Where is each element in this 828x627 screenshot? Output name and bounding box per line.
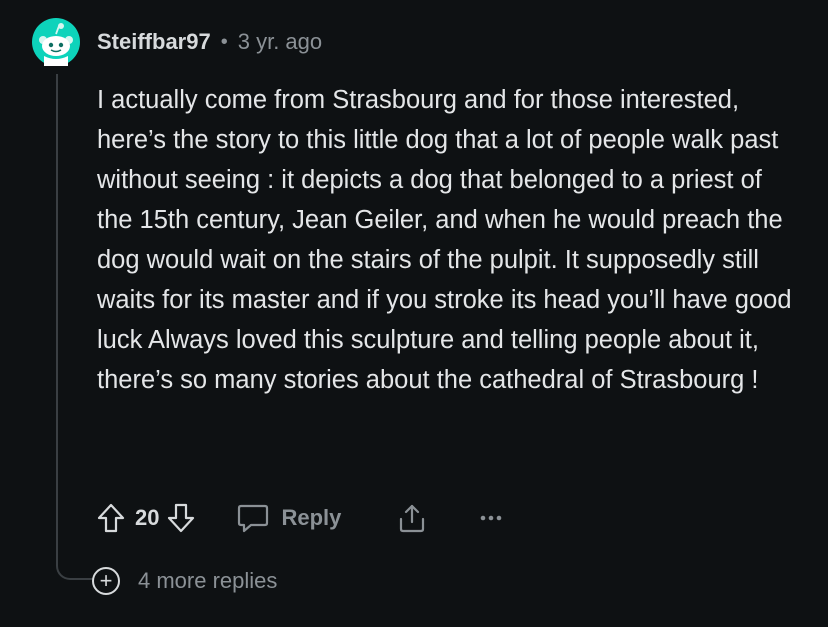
- username[interactable]: Steiffbar97: [97, 29, 211, 55]
- share-button[interactable]: [397, 503, 427, 533]
- comment: Steiffbar97 • 3 yr. ago I actually come …: [0, 0, 828, 627]
- timestamp[interactable]: 3 yr. ago: [238, 29, 322, 55]
- reply-button[interactable]: Reply: [237, 503, 341, 533]
- thread-line[interactable]: [56, 74, 58, 558]
- avatar[interactable]: [32, 18, 80, 66]
- upvote-arrow-icon: [97, 503, 125, 533]
- downvote-arrow-icon: [168, 503, 195, 533]
- plus-circle-icon: +: [92, 567, 120, 595]
- reply-label: Reply: [281, 505, 342, 530]
- comment-header: Steiffbar97 • 3 yr. ago: [97, 26, 322, 58]
- vote-count: 20: [135, 505, 160, 530]
- more-options-button[interactable]: [479, 513, 503, 523]
- speech-bubble-icon: [238, 504, 269, 533]
- separator-dot: •: [220, 30, 228, 53]
- snoo-avatar-icon: [32, 18, 80, 66]
- downvote-button[interactable]: [167, 503, 195, 533]
- comment-actions: 20 Reply: [97, 498, 503, 538]
- thread-connector: [56, 540, 94, 580]
- share-icon: [400, 504, 425, 533]
- ellipsis-icon: [481, 515, 502, 521]
- more-replies-button[interactable]: + 4 more replies: [92, 565, 277, 597]
- more-replies-label: 4 more replies: [138, 568, 278, 593]
- upvote-button[interactable]: [97, 503, 125, 533]
- comment-body: I actually come from Strasbourg and for …: [97, 86, 792, 394]
